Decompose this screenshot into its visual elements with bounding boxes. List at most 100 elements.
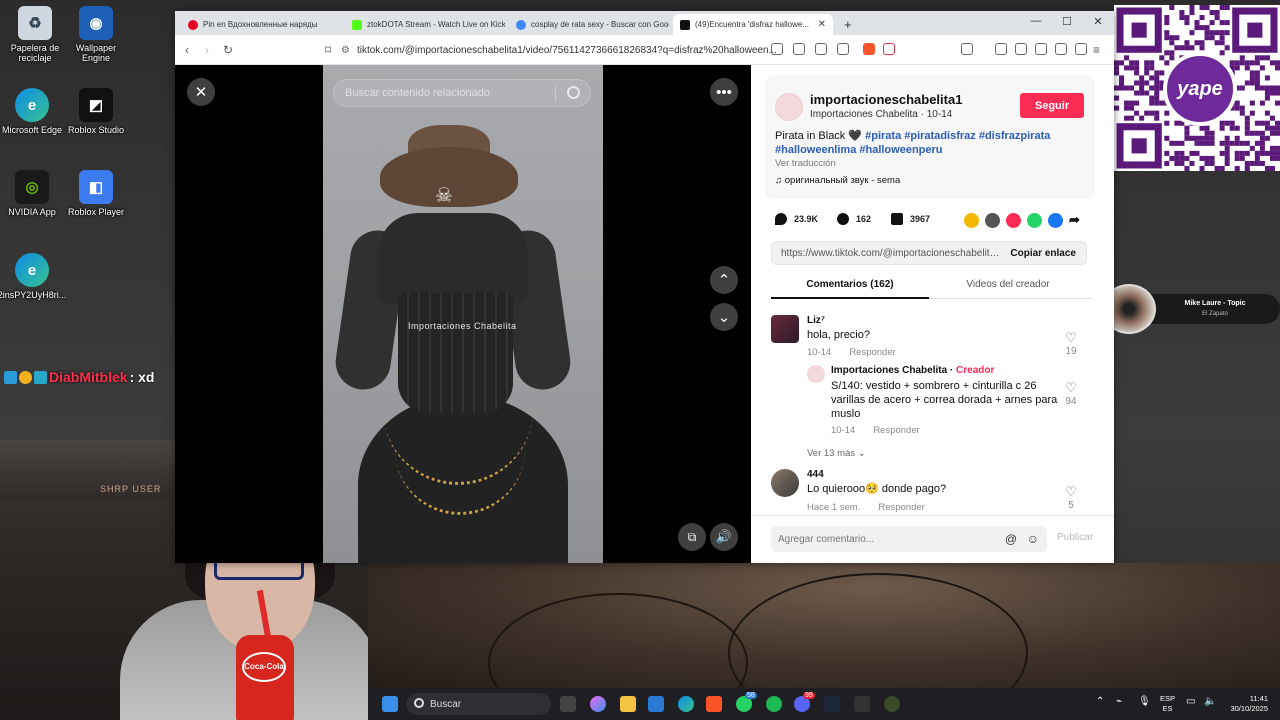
more-options-button[interactable]: ••• [710,78,738,106]
share-arrow-icon[interactable]: ➦ [1069,213,1084,228]
close-window-button[interactable]: ✕ [1083,15,1113,28]
back-icon[interactable]: ‹ [185,43,189,57]
floating-player-button[interactable]: ⧉ [678,523,706,551]
address-bar[interactable]: ⚙ tiktok.com/@importacioneschabelita1/vi… [341,40,871,61]
vpn-icon[interactable] [1075,43,1087,55]
browser-tab-kick[interactable]: ztokDOTA Stream - Watch Live on Kick [345,14,505,35]
brave-shield-icon[interactable] [863,43,875,55]
music-icon[interactable] [995,43,1007,55]
network-icon[interactable]: ⌁ [1116,696,1122,707]
tab-creator-videos[interactable]: Videos del creador [929,275,1087,299]
emoji-icon[interactable]: ☺ [1027,532,1039,546]
copilot-icon[interactable] [590,696,606,712]
share-icon[interactable] [837,43,849,55]
edge-icon[interactable] [678,696,694,712]
menu-icon[interactable]: ≡ [1093,43,1100,57]
browser-tab-pinterest[interactable]: Pin en Вдохновленные наряды [181,14,341,35]
publish-button[interactable]: Publicar [1057,532,1093,543]
qr-module [1169,35,1175,41]
comment-like[interactable]: ♡ 5 [1061,484,1081,511]
reply-button[interactable]: Responder [878,502,924,513]
facebook-icon[interactable] [1048,213,1063,228]
new-tab-button[interactable]: + [837,14,859,35]
sound-link[interactable]: ♫ оригинальный звук - sema [775,175,900,186]
taskbar-search[interactable]: Buscar [406,693,551,715]
translate-icon[interactable] [815,43,827,55]
hashtags[interactable]: #pirata #piratadisfraz #disfrazpirata [865,130,1050,142]
brave-rewards-icon[interactable] [883,43,895,55]
reply-button[interactable]: Responder [849,347,895,358]
repost-icon[interactable] [964,213,979,228]
reload-icon[interactable]: ↻ [223,43,233,57]
close-video-button[interactable]: ✕ [187,78,215,106]
avatar[interactable] [771,315,799,343]
avatar[interactable] [775,93,803,121]
minimize-button[interactable]: — [1021,15,1051,27]
username[interactable]: importacioneschabelita1 [810,92,962,107]
desktop-icon-roblox-studio[interactable]: ◩ Roblox Studio [61,88,131,135]
microphone-icon[interactable]: 🎙 [1138,696,1151,707]
windows-start-icon[interactable] [382,696,398,712]
comment-author[interactable]: Importaciones Chabelita [831,365,947,376]
avatar[interactable] [771,469,799,497]
sidebar-icon[interactable] [961,43,973,55]
like-button[interactable]: 23.9K [775,213,818,225]
brave-icon[interactable] [706,696,722,712]
next-video-button[interactable]: ⌄ [710,303,738,331]
file-explorer-icon[interactable] [620,696,636,712]
app-icon[interactable] [884,696,900,712]
desktop-icon-wallpaper-engine[interactable]: ◉ Wallpaper Engine [61,6,131,63]
browser-tab-tiktok[interactable]: (49)Encuentra 'disfraz hallowe... ✕ [673,14,833,35]
mention-icon[interactable]: @ [1005,532,1017,546]
spotify-icon[interactable] [766,696,782,712]
volume-button[interactable]: 🔊 [710,523,738,551]
wallet-icon[interactable] [1035,43,1047,55]
reply-button[interactable]: Responder [873,425,919,436]
comment-input[interactable]: Agregar comentario... @ ☺ [771,526,1047,552]
save-button[interactable]: 3967 [891,213,930,225]
panel-icon[interactable] [1015,43,1027,55]
tab-comments[interactable]: Comentarios (162) [771,275,929,299]
extension-icon[interactable] [793,43,805,55]
store-icon[interactable] [648,696,664,712]
maximize-button[interactable]: ☐ [1052,15,1082,28]
search-icon[interactable] [567,86,580,99]
steam-icon[interactable] [824,696,840,712]
copy-link-button[interactable]: Copiar enlace [1010,248,1076,259]
view-more-replies[interactable]: Ver 13 más ⌄ [807,448,866,459]
comment-author[interactable]: Liz⁷ [807,315,825,326]
related-search-input[interactable]: Buscar contenido relacionado [333,79,591,107]
obs-icon[interactable] [854,696,870,712]
comment-like[interactable]: ♡ 94 [1061,380,1081,407]
video-player[interactable]: ☠ Importaciones Chabelita Buscar conteni… [175,65,751,563]
embed-icon[interactable] [985,213,1000,228]
extension-icon[interactable] [771,43,783,55]
previous-video-button[interactable]: ⌃ [710,266,738,294]
desktop-icon-edge[interactable]: e Microsoft Edge [0,88,67,135]
system-clock[interactable]: 11:41 30/10/2025 [1220,694,1268,714]
bookmark-icon[interactable]: ⌑ [325,43,331,57]
display-icon[interactable]: ▭ [1186,696,1195,707]
whatsapp-icon[interactable] [1027,213,1042,228]
send-icon[interactable] [1006,213,1021,228]
input-language[interactable]: ESP ES [1160,694,1175,714]
comment-author[interactable]: 444 [807,469,824,480]
comment-button[interactable]: 162 [837,213,871,225]
desktop-icon-nvidia[interactable]: ◎ NVIDIA App [0,170,67,217]
desktop-icon-roblox-player[interactable]: ◧ Roblox Player [61,170,131,217]
close-tab-icon[interactable]: ✕ [818,19,826,30]
comment-like[interactable]: ♡ 19 [1061,330,1081,357]
volume-icon[interactable]: 🔈 [1204,696,1216,707]
task-view-icon[interactable] [560,696,576,712]
forward-icon[interactable]: › [205,43,209,57]
desktop-icon-edge-shortcut[interactable]: e 2insPY2UyH8ri... [0,253,67,300]
follow-button[interactable]: Seguir [1020,93,1084,118]
hashtags[interactable]: #halloweenlima #halloweenperu [775,144,943,156]
leo-icon[interactable] [1055,43,1067,55]
site-info-icon[interactable]: ⚙ [341,45,350,56]
translate-link[interactable]: Ver traducción [775,158,836,169]
chevron-up-icon[interactable]: ⌃ [1096,696,1104,707]
desktop-icon-recycle-bin[interactable]: ♻ Papelera de reciclaje [0,6,70,63]
avatar[interactable] [807,365,825,383]
browser-tab-google[interactable]: cosplay de rata sexy - Buscar con Google [509,14,669,35]
